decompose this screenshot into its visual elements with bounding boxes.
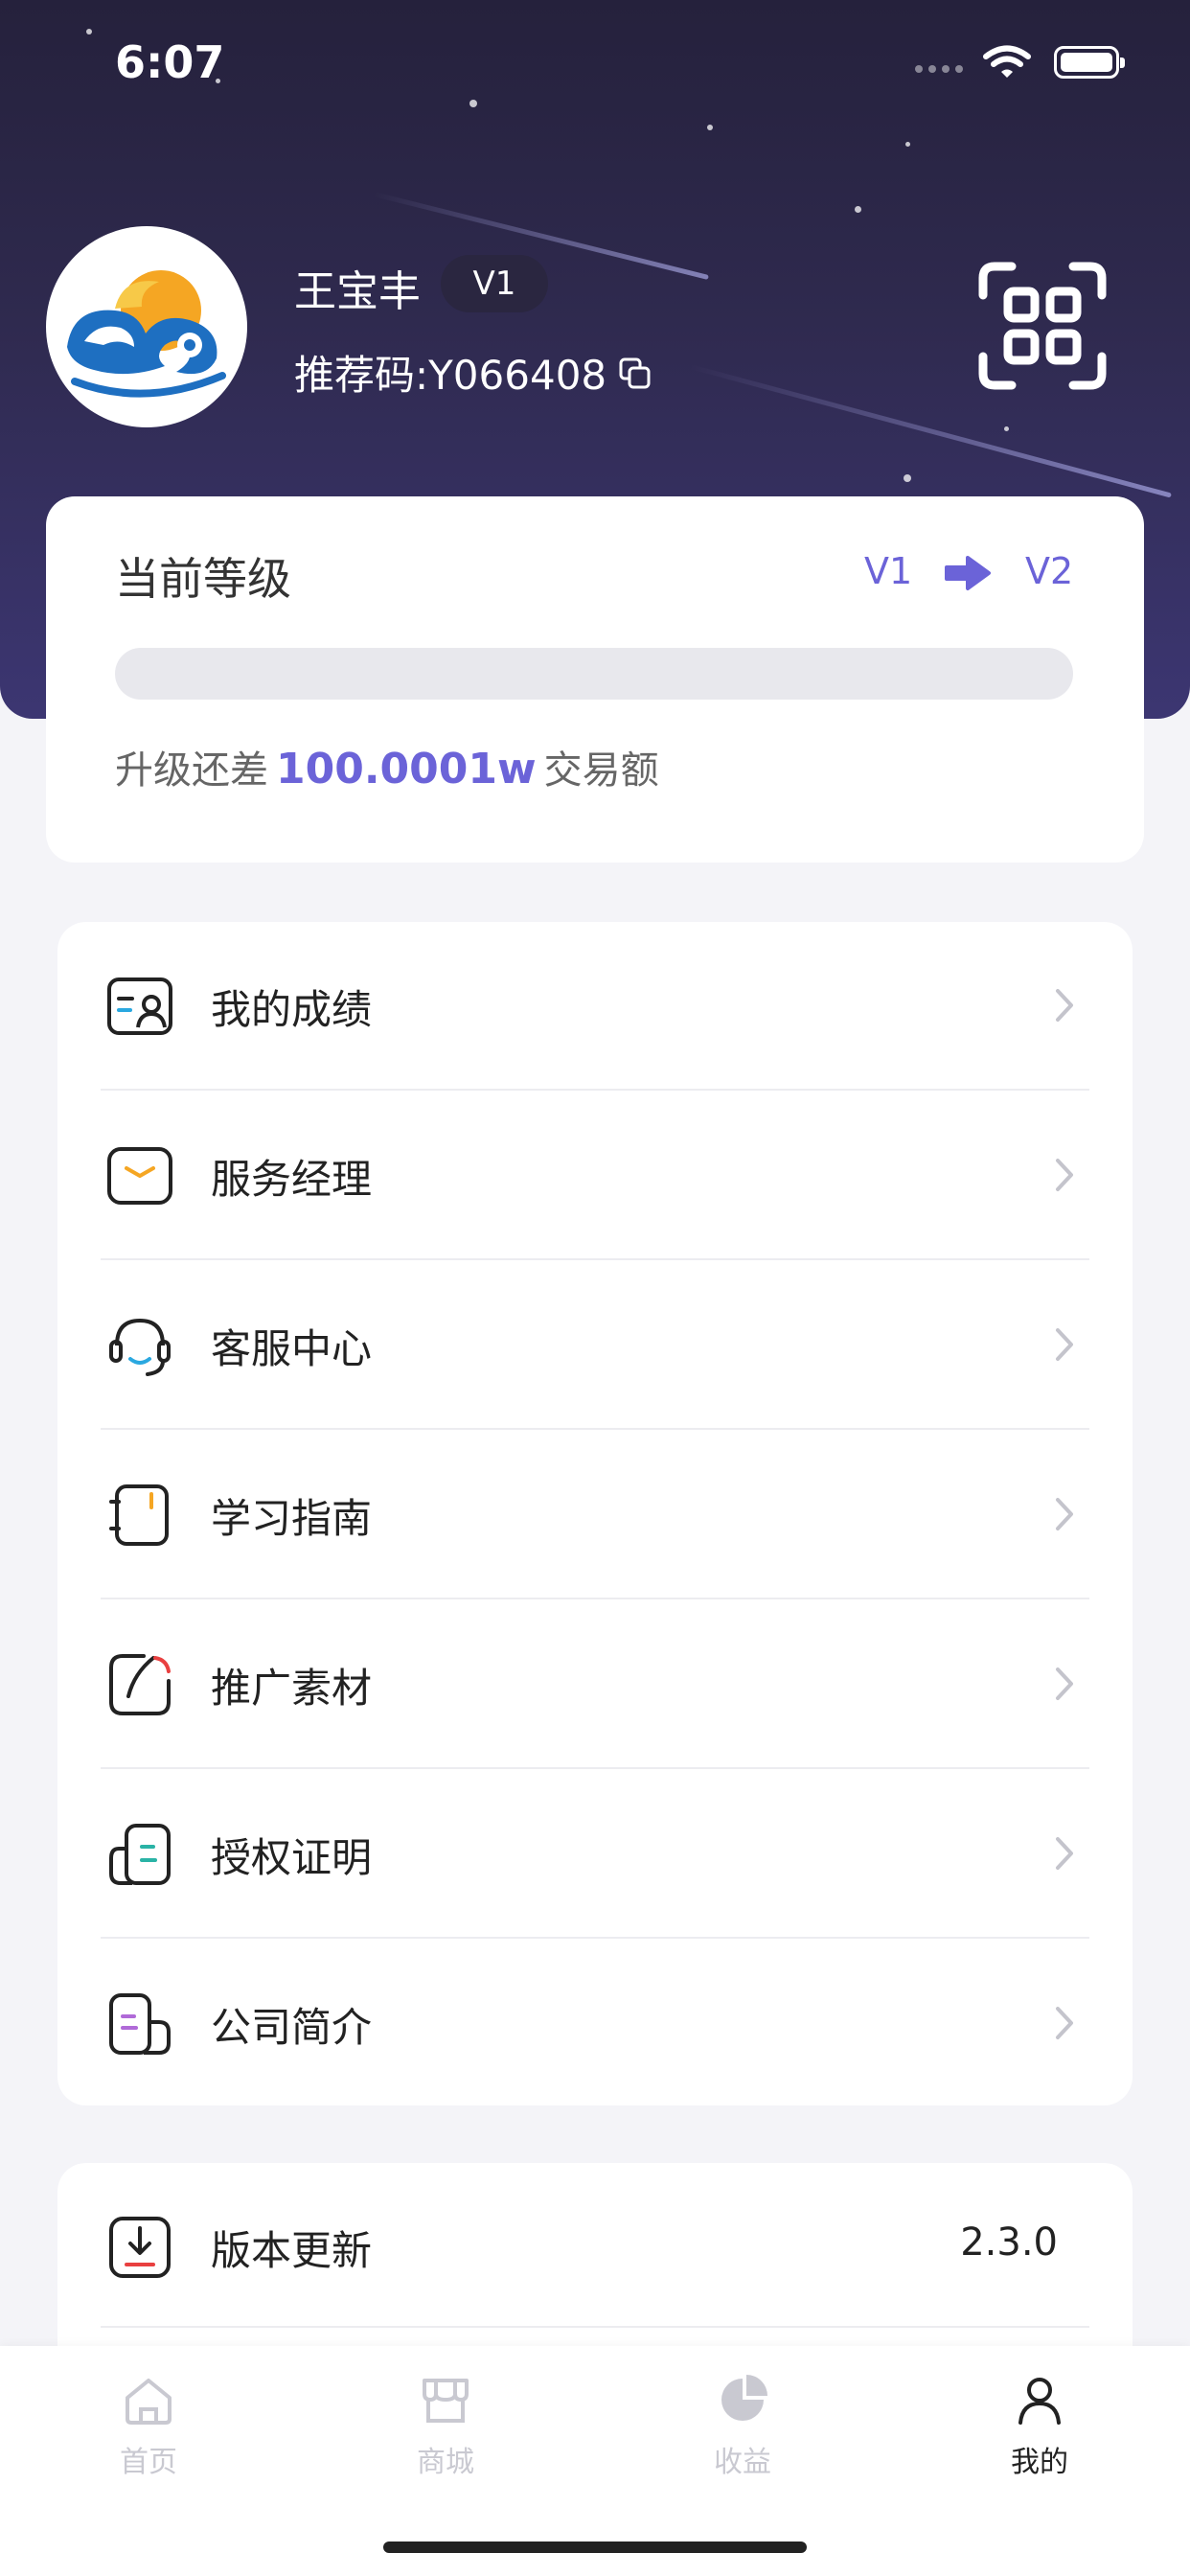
upgrade-need-suffix: 交易额 [543, 748, 659, 793]
home-indicator [383, 2542, 807, 2553]
upgrade-requirement: 升级还差 100.0001w 交易额 [115, 739, 659, 794]
tab-home[interactable]: 首页 [53, 2373, 244, 2480]
menu-item-company-profile[interactable]: 公司简介 [57, 1940, 1133, 2108]
next-level: V2 [1025, 550, 1074, 592]
tab-mine[interactable]: 我的 [944, 2373, 1135, 2480]
message-icon [107, 1147, 172, 1205]
star [855, 206, 861, 213]
menu-list: 我的成绩 服务经理 客服中心 学习指南 推广素材 授权证明 公司简介 [57, 922, 1133, 2105]
divider [101, 1767, 1089, 1769]
menu-item-customer-service[interactable]: 客服中心 [57, 1261, 1133, 1430]
company-icon [109, 1993, 171, 2055]
divider [101, 1937, 1089, 1939]
menu-item-label: 学习指南 [211, 1495, 373, 1542]
divider [101, 1428, 1089, 1430]
promo-icon [109, 1654, 171, 1715]
menu-item-learning-guide[interactable]: 学习指南 [57, 1431, 1133, 1599]
notebook-icon [109, 1484, 169, 1546]
level-badge: V1 [441, 255, 548, 312]
star [707, 125, 713, 130]
headset-icon [109, 1318, 171, 1376]
battery-icon [1054, 46, 1125, 79]
menu-item-promo-materials[interactable]: 推广素材 [57, 1600, 1133, 1769]
level-progress-bar [115, 648, 1073, 700]
menu-item-label: 我的成绩 [211, 986, 373, 1033]
tab-label: 收益 [714, 2446, 771, 2479]
star [904, 474, 911, 482]
divider [101, 2326, 1089, 2328]
tab-earnings[interactable]: 收益 [647, 2373, 838, 2480]
menu-item-label: 服务经理 [211, 1156, 373, 1203]
tab-store[interactable]: 商城 [350, 2373, 541, 2480]
star [1004, 426, 1009, 431]
star [469, 100, 477, 107]
avatar[interactable] [46, 226, 247, 427]
arrow-right-icon [945, 556, 991, 590]
menu-item-service-manager[interactable]: 服务经理 [57, 1092, 1133, 1260]
chevron-right-icon [1056, 1159, 1073, 1191]
qr-scan-icon[interactable] [977, 261, 1108, 391]
chevron-right-icon [1056, 1498, 1073, 1530]
pie-chart-icon [721, 2375, 767, 2421]
chevron-right-icon [1056, 1668, 1073, 1700]
current-level-title: 当前等级 [115, 553, 291, 605]
star [905, 142, 910, 147]
chevron-right-icon [1056, 989, 1073, 1022]
download-icon [109, 2217, 171, 2278]
wifi-icon [983, 45, 1031, 78]
divider [101, 1089, 1089, 1091]
store-icon [423, 2379, 469, 2423]
chevron-right-icon [1056, 1328, 1073, 1361]
chevron-right-icon [1056, 2007, 1073, 2039]
menu-item-label: 公司简介 [211, 2004, 373, 2051]
menu-item-label: 推广素材 [211, 1665, 373, 1712]
version-update-label: 版本更新 [211, 2227, 373, 2274]
user-name: 王宝丰 [294, 267, 421, 316]
divider [101, 1598, 1089, 1599]
tab-label: 我的 [1011, 2446, 1068, 2479]
menu-item-label: 客服中心 [211, 1325, 373, 1372]
user-icon [1018, 2378, 1061, 2425]
status-time: 6:07 [115, 36, 225, 88]
divider [101, 1258, 1089, 1260]
certificate-icon [109, 1824, 171, 1885]
version-number: 2.3.0 [960, 2220, 1058, 2265]
chevron-right-icon [1056, 1837, 1073, 1870]
tab-label: 首页 [120, 2446, 177, 2479]
star [86, 29, 92, 34]
current-level: V1 [864, 550, 913, 592]
menu-item-authorization[interactable]: 授权证明 [57, 1770, 1133, 1939]
logo-icon [67, 270, 226, 398]
menu-item-label: 授权证明 [211, 1834, 373, 1881]
cellular-signal-icon [915, 65, 963, 73]
tab-label: 商城 [417, 2446, 474, 2479]
achievement-icon [107, 978, 172, 1035]
copy-icon[interactable] [618, 356, 652, 391]
referral-code: 推荐码:Y066408 [294, 352, 607, 399]
menu-item-achievements[interactable]: 我的成绩 [57, 922, 1133, 1091]
upgrade-need-amount: 100.0001w [276, 745, 537, 794]
upgrade-need-prefix: 升级还差 [115, 748, 268, 793]
level-card: 当前等级 V1 V2 升级还差 100.0001w 交易额 [46, 496, 1144, 862]
home-icon [126, 2379, 172, 2425]
